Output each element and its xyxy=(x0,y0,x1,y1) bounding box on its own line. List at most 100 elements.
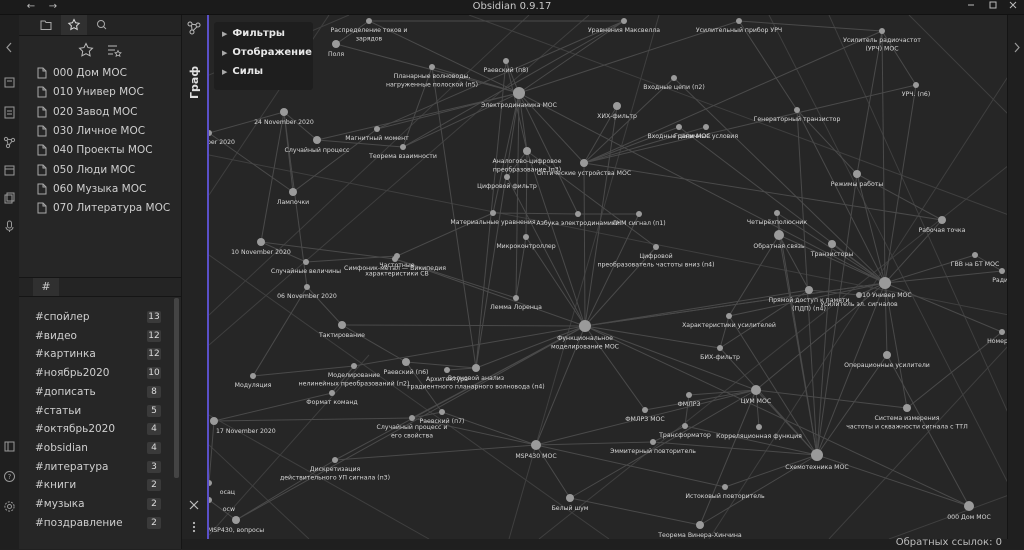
maximize-icon[interactable] xyxy=(984,0,1002,14)
graph-node[interactable]: Распределение токов и зарядов xyxy=(331,18,408,43)
graph-node-dot[interactable] xyxy=(304,284,310,290)
graph-node-dot[interactable] xyxy=(313,136,321,144)
open-quick-switcher-icon[interactable] xyxy=(2,75,17,90)
graph-node[interactable]: Цифровойпреобразователь частоты вниз (п4… xyxy=(597,244,715,269)
graph-node-dot[interactable] xyxy=(580,159,588,167)
graph-node[interactable]: Формат команд xyxy=(306,390,358,406)
graph-node-dot[interactable] xyxy=(566,494,574,502)
tag-row[interactable]: #obsidian 4 xyxy=(35,439,161,457)
graph-node[interactable]: Раевский (п6) xyxy=(384,358,429,376)
graph-node-dot[interactable] xyxy=(642,407,648,413)
graph-node-dot[interactable] xyxy=(717,345,723,351)
graph-node-dot[interactable] xyxy=(722,484,728,490)
graph-node-dot[interactable] xyxy=(523,234,529,240)
graph-node-dot[interactable] xyxy=(210,417,218,425)
graph-view-icon[interactable] xyxy=(2,135,17,150)
copy-icon[interactable] xyxy=(2,191,17,206)
graph-svg[interactable]: Распределение токов и зарядов Уравнения Ма… xyxy=(209,15,1009,539)
tag-row[interactable]: #поздравление 2 xyxy=(35,514,161,532)
graph-node-dot[interactable] xyxy=(636,211,642,217)
graph-node[interactable]: Электродинамика МОС xyxy=(481,87,557,109)
graph-node-dot[interactable] xyxy=(575,211,581,217)
graph-node[interactable]: ocw xyxy=(209,497,235,513)
graph-node[interactable]: Модуляция xyxy=(235,373,272,389)
graph-node[interactable]: Лампочки xyxy=(277,188,309,206)
new-note-icon[interactable] xyxy=(2,105,17,120)
graph-node-dot[interactable] xyxy=(374,126,380,132)
starred-item[interactable]: 020 Завод МОС xyxy=(33,103,179,121)
graph-node-dot[interactable] xyxy=(913,82,919,88)
graph-node[interactable]: ЛЧМ сигнал (п1) xyxy=(612,211,666,227)
starred-item[interactable]: 010 Универ МОС xyxy=(33,83,179,101)
graph-node-dot[interactable] xyxy=(794,107,800,113)
tag-scrollbar[interactable] xyxy=(174,298,179,478)
graph-node[interactable]: ocац xyxy=(209,480,235,496)
graph-node-dot[interactable] xyxy=(503,58,509,64)
starred-item[interactable]: 070 Литература МОС xyxy=(33,199,179,217)
graph-node-dot[interactable] xyxy=(696,521,704,529)
tag-row[interactable]: #спойлер 13 xyxy=(35,308,161,326)
graph-node[interactable]: Граничные условия xyxy=(674,124,738,140)
filters-toggle[interactable]: ▶ Фильтры xyxy=(222,25,285,43)
graph-node-dot[interactable] xyxy=(999,268,1005,274)
graph-node[interactable]: Схемотехника МОС xyxy=(785,449,849,471)
graph-node[interactable]: Дискретизациядействительного УП сигнала … xyxy=(280,457,390,482)
graph-node[interactable]: Усилительный прибор УРЧ xyxy=(696,18,782,34)
graph-node[interactable]: Поля xyxy=(328,40,344,58)
graph-node[interactable]: Обратная связь xyxy=(753,230,805,250)
graph-node[interactable]: Случайные величины xyxy=(271,259,341,275)
graph-node-dot[interactable] xyxy=(828,240,836,248)
graph-node-dot[interactable] xyxy=(751,385,761,395)
starred-item[interactable]: 050 Люди МОС xyxy=(33,161,179,179)
graph-node[interactable]: Белый шум xyxy=(552,494,589,512)
graph-node[interactable]: Эммитерный повторитель xyxy=(610,439,696,455)
graph-node[interactable]: Уравнения Максвелла xyxy=(588,18,660,34)
graph-node-dot[interactable] xyxy=(400,144,406,150)
graph-node-dot[interactable] xyxy=(756,424,762,430)
tag-row[interactable]: #октябрь2020 4 xyxy=(35,420,161,438)
graph-node-dot[interactable] xyxy=(676,124,682,130)
graph-node[interactable]: Рабочая точка xyxy=(919,216,966,234)
graph-node[interactable]: Усилитель радиочастот (УРЧ) МОС xyxy=(843,28,921,53)
graph-node-dot[interactable] xyxy=(736,18,742,24)
graph-canvas[interactable]: Распределение токов и зарядов Уравнения Ма… xyxy=(207,15,1009,539)
star-current-file-icon[interactable] xyxy=(77,41,95,59)
expand-right-sidebar-icon[interactable] xyxy=(1010,40,1023,55)
graph-node-dot[interactable] xyxy=(682,423,688,429)
graph-node-dot[interactable] xyxy=(513,295,519,301)
star-search-icon[interactable] xyxy=(105,41,123,59)
graph-node-dot[interactable] xyxy=(671,75,677,81)
graph-node[interactable]: 24 November 2020 xyxy=(254,108,314,126)
graph-node[interactable]: Корреляционная функция xyxy=(716,424,802,440)
graph-node-dot[interactable] xyxy=(653,244,659,250)
graph-node-dot[interactable] xyxy=(999,329,1005,335)
graph-node-dot[interactable] xyxy=(332,40,340,48)
tag-row[interactable]: #музыка 2 xyxy=(35,495,161,513)
graph-node-dot[interactable] xyxy=(879,277,891,289)
tag-row[interactable]: #дописать 8 xyxy=(35,383,161,401)
starred-item[interactable]: 040 Проекты МОС xyxy=(33,141,179,159)
graph-node[interactable]: Лемма Лоренца xyxy=(490,295,542,311)
graph-node-dot[interactable] xyxy=(280,108,288,116)
graph-node[interactable]: ХИХ-фильтр xyxy=(597,102,637,120)
graph-node-dot[interactable] xyxy=(232,516,240,524)
graph-node-dot[interactable] xyxy=(972,252,978,258)
display-toggle[interactable]: ▶ Отображение xyxy=(222,44,312,62)
graph-node-dot[interactable] xyxy=(504,174,510,180)
graph-node-dot[interactable] xyxy=(439,409,445,415)
vault-icon[interactable] xyxy=(2,439,17,454)
minimize-icon[interactable] xyxy=(962,0,980,14)
graph-node-dot[interactable] xyxy=(856,292,862,298)
graph-node[interactable]: 010 Универ МОС xyxy=(858,277,912,299)
tab-tags[interactable]: # xyxy=(33,278,59,296)
graph-node[interactable]: Теорема Винера-Хинчина xyxy=(657,521,742,539)
graph-node[interactable]: Режимы работы xyxy=(831,170,884,188)
graph-node[interactable]: БИХ-фильтр xyxy=(700,345,740,361)
graph-node-dot[interactable] xyxy=(774,230,784,240)
tag-row[interactable]: #книги 2 xyxy=(35,476,161,494)
graph-node[interactable]: Теорема взаимности xyxy=(368,144,437,160)
graph-node-dot[interactable] xyxy=(613,102,621,110)
graph-node-dot[interactable] xyxy=(903,404,911,412)
microphone-icon[interactable] xyxy=(2,219,17,234)
graph-node-dot[interactable] xyxy=(289,188,297,196)
